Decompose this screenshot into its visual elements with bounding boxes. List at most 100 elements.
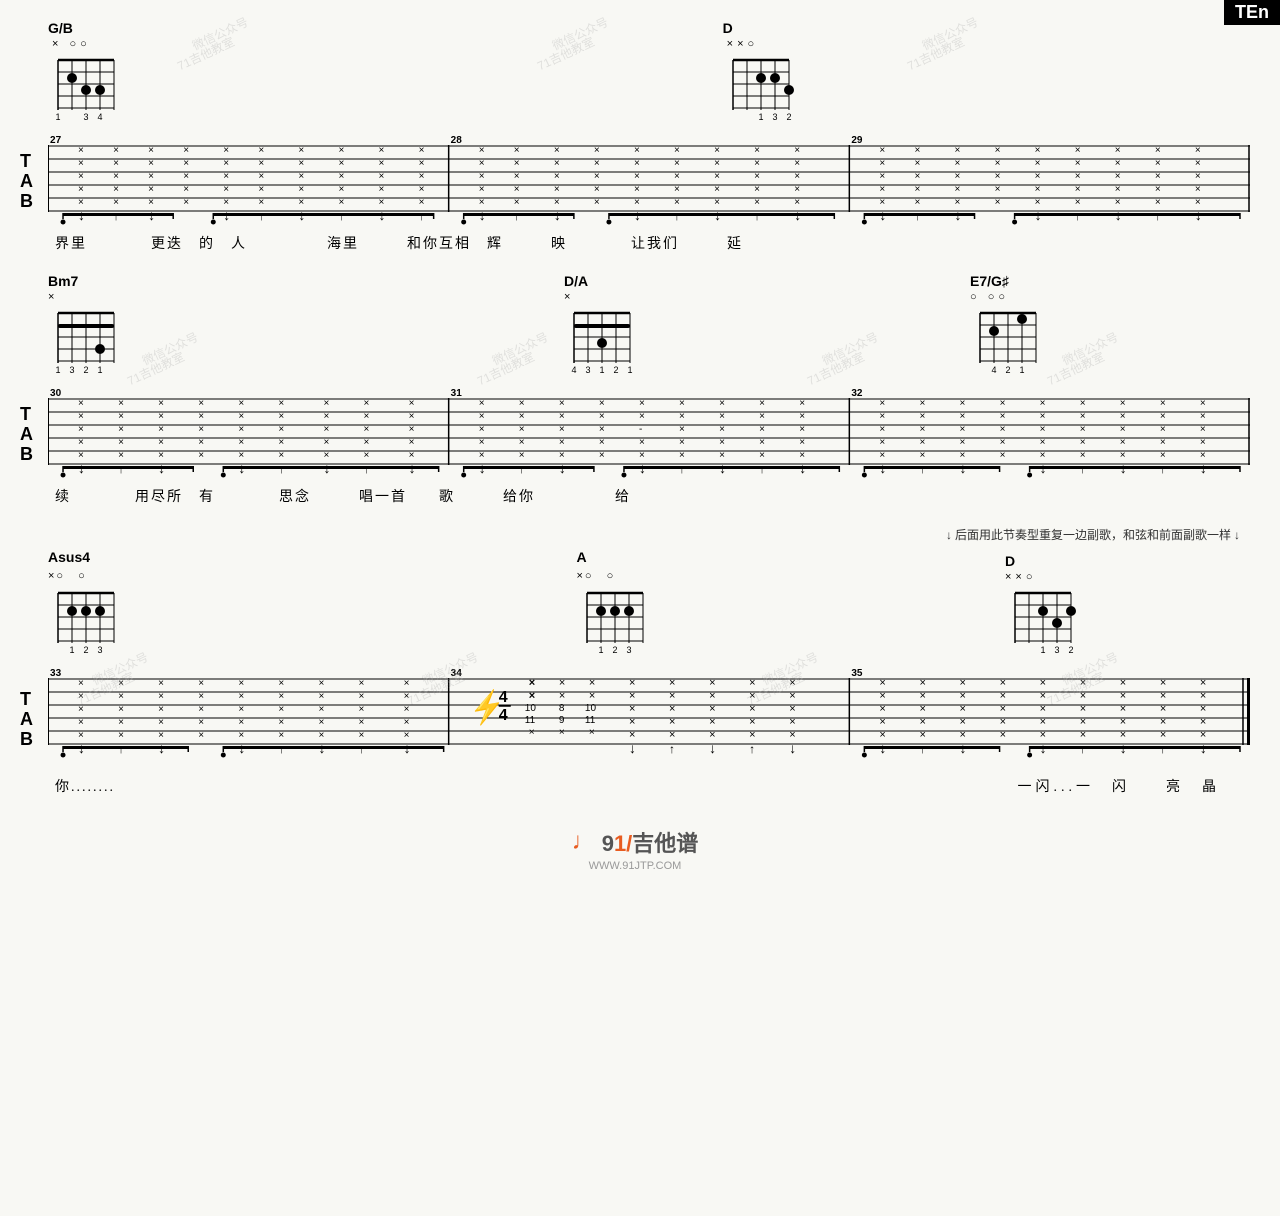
svg-text:×: × — [754, 197, 760, 208]
svg-text:×: × — [323, 411, 329, 422]
svg-text:2: 2 — [1005, 365, 1010, 373]
svg-text:4: 4 — [571, 365, 576, 373]
svg-text:×: × — [960, 411, 966, 422]
svg-text:×: × — [278, 411, 284, 422]
svg-text:1: 1 — [55, 112, 60, 120]
svg-text:×: × — [719, 398, 725, 409]
svg-text:×: × — [78, 704, 84, 715]
chord-name-d: D — [723, 20, 795, 36]
svg-text:×: × — [198, 730, 204, 741]
svg-text:↑: ↑ — [1080, 742, 1086, 756]
svg-text:↑: ↑ — [118, 742, 124, 756]
svg-text:×: × — [514, 145, 520, 156]
svg-text:×: × — [1195, 184, 1201, 195]
svg-text:×: × — [1080, 437, 1086, 448]
svg-text:×: × — [794, 171, 800, 182]
svg-text:×: × — [669, 677, 675, 689]
svg-text:×: × — [879, 411, 885, 422]
svg-text:1: 1 — [97, 365, 102, 373]
svg-text:3: 3 — [83, 112, 88, 120]
svg-text:×: × — [594, 184, 600, 195]
chord-xmarks-e7gs: ○ ○○ — [970, 291, 1042, 303]
svg-text:×: × — [318, 678, 324, 689]
svg-text:×: × — [409, 398, 415, 409]
svg-text:×: × — [754, 145, 760, 156]
lyrics-row-1: 界里 更迭 的 人 海里 和你互相 辉 映 让我们 延 — [20, 233, 1250, 253]
svg-text:↑: ↑ — [519, 462, 525, 476]
svg-text:×: × — [960, 677, 966, 689]
svg-text:×: × — [719, 437, 725, 448]
svg-text:↑: ↑ — [338, 209, 344, 223]
svg-text:3: 3 — [626, 645, 631, 653]
svg-text:×: × — [754, 158, 760, 169]
svg-text:×: × — [1200, 677, 1206, 689]
chord-grid-d2: 1 3 2 — [1005, 583, 1077, 653]
svg-text:×: × — [759, 424, 765, 435]
svg-text:×: × — [879, 184, 885, 195]
svg-text:×: × — [634, 145, 640, 156]
svg-text:×: × — [113, 158, 119, 169]
svg-text:×: × — [278, 437, 284, 448]
svg-text:×: × — [879, 145, 885, 156]
svg-text:×: × — [719, 411, 725, 422]
svg-text:×: × — [559, 727, 565, 738]
svg-text:×: × — [1040, 690, 1046, 702]
svg-text:×: × — [594, 197, 600, 208]
svg-text:×: × — [955, 184, 961, 195]
svg-text:×: × — [514, 158, 520, 169]
svg-text:×: × — [1080, 398, 1086, 409]
svg-text:×: × — [258, 197, 264, 208]
svg-text:×: × — [559, 424, 565, 435]
svg-text:×: × — [118, 424, 124, 435]
svg-text:×: × — [323, 398, 329, 409]
svg-text:×: × — [78, 678, 84, 689]
svg-text:×: × — [1035, 171, 1041, 182]
svg-text:3: 3 — [772, 112, 777, 120]
svg-text:×: × — [514, 184, 520, 195]
svg-text:×: × — [599, 424, 605, 435]
svg-text:×: × — [278, 730, 284, 741]
svg-text:↑: ↑ — [1160, 742, 1166, 756]
svg-text:×: × — [419, 171, 425, 182]
svg-text:28: 28 — [451, 135, 463, 146]
svg-text:↑: ↑ — [919, 742, 925, 756]
svg-text:×: × — [1000, 703, 1006, 715]
svg-text:×: × — [364, 450, 370, 461]
svg-text:×: × — [198, 398, 204, 409]
svg-text:×: × — [198, 437, 204, 448]
svg-text:1: 1 — [1019, 365, 1024, 373]
svg-text:×: × — [749, 677, 755, 689]
svg-text:×: × — [589, 690, 595, 702]
svg-text:11: 11 — [585, 715, 596, 726]
chord-diagram-d: D ××○ — [723, 20, 795, 125]
svg-text:×: × — [113, 171, 119, 182]
svg-text:27: 27 — [50, 135, 62, 146]
svg-text:10: 10 — [585, 703, 597, 714]
svg-text:2: 2 — [612, 645, 617, 653]
svg-text:×: × — [323, 424, 329, 435]
svg-text:×: × — [1075, 158, 1081, 169]
svg-text:×: × — [1195, 171, 1201, 182]
svg-text:×: × — [238, 437, 244, 448]
svg-text:×: × — [258, 184, 264, 195]
svg-text:×: × — [519, 437, 525, 448]
svg-text:×: × — [404, 678, 410, 689]
svg-text:×: × — [238, 398, 244, 409]
svg-text:×: × — [278, 691, 284, 702]
svg-text:×: × — [158, 704, 164, 715]
svg-text:×: × — [634, 158, 640, 169]
svg-text:×: × — [879, 158, 885, 169]
svg-text:2: 2 — [1068, 645, 1073, 653]
svg-text:×: × — [1155, 197, 1161, 208]
svg-text:×: × — [78, 424, 84, 435]
svg-text:×: × — [1160, 437, 1166, 448]
svg-text:×: × — [1035, 145, 1041, 156]
svg-text:30: 30 — [50, 388, 62, 399]
svg-text:×: × — [1155, 171, 1161, 182]
svg-text:×: × — [298, 171, 304, 182]
svg-text:×: × — [639, 411, 645, 422]
branding-footer: ♩ 91/吉他谱 WWW.91JTP.COM — [20, 816, 1250, 872]
svg-text:×: × — [158, 437, 164, 448]
tab-label-2: T A B — [20, 384, 48, 484]
section-note: ↓ 后面用此节奏型重复一边副歌，和弦和前面副歌一样 ↓ — [20, 526, 1250, 543]
